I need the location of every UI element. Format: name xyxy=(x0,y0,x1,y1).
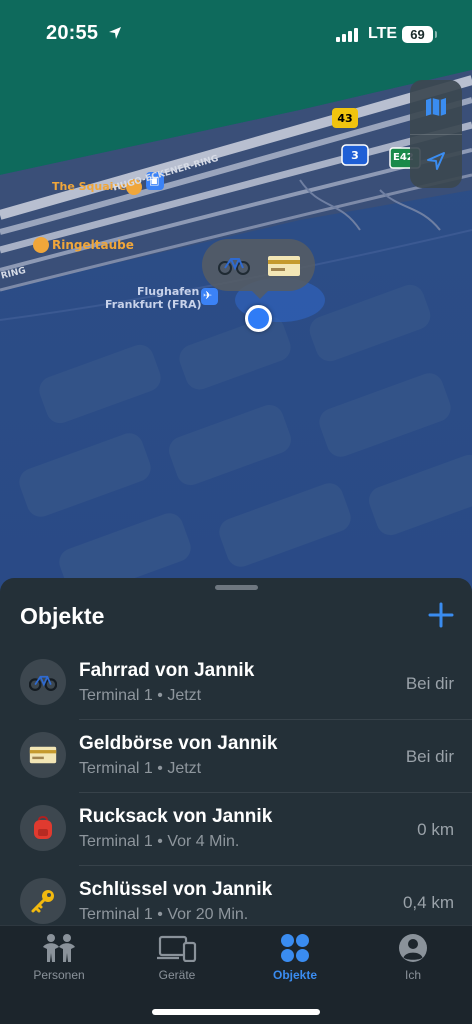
track-location-button[interactable] xyxy=(410,134,462,188)
item-avatar xyxy=(20,659,66,705)
item-time: Jetzt xyxy=(167,760,202,777)
item-distance: 0,4 km xyxy=(402,893,454,912)
tab-label: Ich xyxy=(404,968,421,982)
tab-ich[interactable]: Ich xyxy=(354,926,472,990)
objects-sheet[interactable]: Objekte Fahrrad von Jannik Terminal 1 • … xyxy=(0,578,472,926)
tab-personen[interactable]: Personen xyxy=(0,926,118,990)
wallet-icon xyxy=(29,746,57,764)
item-distance: Bei dir xyxy=(405,674,454,693)
tab-bar: Personen Geräte Objekte Ich xyxy=(0,925,472,1024)
status-bar: 20:55 LTE 69 xyxy=(0,0,472,64)
map-controls xyxy=(410,80,462,188)
item-avatar xyxy=(20,878,66,924)
item-location: Terminal 1 xyxy=(79,906,153,923)
item-location: Terminal 1 xyxy=(79,687,153,704)
item-name: Rucksack von Jannik xyxy=(79,806,273,827)
network-type: LTE xyxy=(368,25,398,42)
status-time: 20:55 xyxy=(46,22,99,44)
item-row-rucksack[interactable]: Rucksack von Jannik Terminal 1 • Vor 4 M… xyxy=(0,793,472,866)
item-name: Schlüssel von Jannik xyxy=(79,879,273,900)
item-subtitle: Terminal 1 • Vor 4 Min. xyxy=(79,833,240,850)
tab-geraete[interactable]: Geräte xyxy=(118,926,236,990)
item-name: Geldbörse von Jannik xyxy=(79,733,278,754)
airplane-icon[interactable]: ✈ xyxy=(203,289,212,302)
cellular-signal-icon xyxy=(336,28,358,42)
map-icon xyxy=(426,98,446,116)
item-subtitle: Terminal 1 • Jetzt xyxy=(79,687,202,704)
key-icon xyxy=(31,890,54,913)
home-indicator[interactable] xyxy=(152,1009,320,1015)
item-time: Vor 4 Min. xyxy=(167,833,240,850)
item-distance: 0 km xyxy=(417,820,454,839)
bicycle-icon xyxy=(29,675,57,691)
road-shield-a3: 3 xyxy=(351,149,359,162)
airport-label-line1[interactable]: Flughafen xyxy=(137,285,199,298)
items-grid-icon xyxy=(281,934,309,962)
item-subtitle: Terminal 1 • Jetzt xyxy=(79,760,202,777)
item-cluster-bubble[interactable] xyxy=(202,239,315,299)
item-name: Fahrrad von Jannik xyxy=(79,660,255,681)
map-style-button[interactable] xyxy=(410,80,462,134)
map-background xyxy=(0,0,472,600)
tab-objekte[interactable]: Objekte xyxy=(236,926,354,990)
add-item-button[interactable] xyxy=(426,600,456,630)
item-row-schluessel[interactable]: Schlüssel von Jannik Terminal 1 • Vor 20… xyxy=(0,866,472,926)
airport-label-line2[interactable]: Frankfurt (FRA) xyxy=(105,298,202,311)
item-row-fahrrad[interactable]: Fahrrad von Jannik Terminal 1 • Jetzt Be… xyxy=(0,647,472,720)
bicycle-icon xyxy=(218,258,250,275)
tab-label: Objekte xyxy=(272,968,317,982)
tab-label: Geräte xyxy=(158,968,196,982)
battery-indicator: 69 xyxy=(402,26,437,43)
current-location-dot[interactable] xyxy=(245,305,272,332)
item-subtitle: Terminal 1 • Vor 20 Min. xyxy=(79,906,249,923)
people-icon xyxy=(43,934,75,962)
train-station-icon[interactable]: ▣ xyxy=(149,174,159,187)
sheet-grabber[interactable] xyxy=(215,585,258,590)
item-row-geldboerse[interactable]: Geldbörse von Jannik Terminal 1 • Jetzt … xyxy=(0,720,472,793)
backpack-icon xyxy=(34,816,52,839)
poi-ringeltaube-label[interactable]: Ringeltaube xyxy=(52,238,134,252)
location-arrow-icon xyxy=(427,152,445,170)
item-distance: Bei dir xyxy=(405,747,454,766)
item-location: Terminal 1 xyxy=(79,760,153,777)
location-services-icon xyxy=(109,27,121,39)
road-shield-a43: 43 xyxy=(337,112,353,125)
item-avatar xyxy=(20,732,66,778)
sheet-title: Objekte xyxy=(20,603,105,629)
map-view[interactable]: The Squaire HUGO-ECKENER-RING Ringeltaub… xyxy=(0,0,472,600)
wallet-icon xyxy=(268,256,300,276)
devices-icon xyxy=(157,935,197,962)
item-time: Vor 20 Min. xyxy=(167,906,249,923)
item-avatar xyxy=(20,805,66,851)
item-time: Jetzt xyxy=(167,687,202,704)
tab-label: Personen xyxy=(33,968,85,982)
item-location: Terminal 1 xyxy=(79,833,153,850)
person-circle-icon xyxy=(399,934,427,962)
